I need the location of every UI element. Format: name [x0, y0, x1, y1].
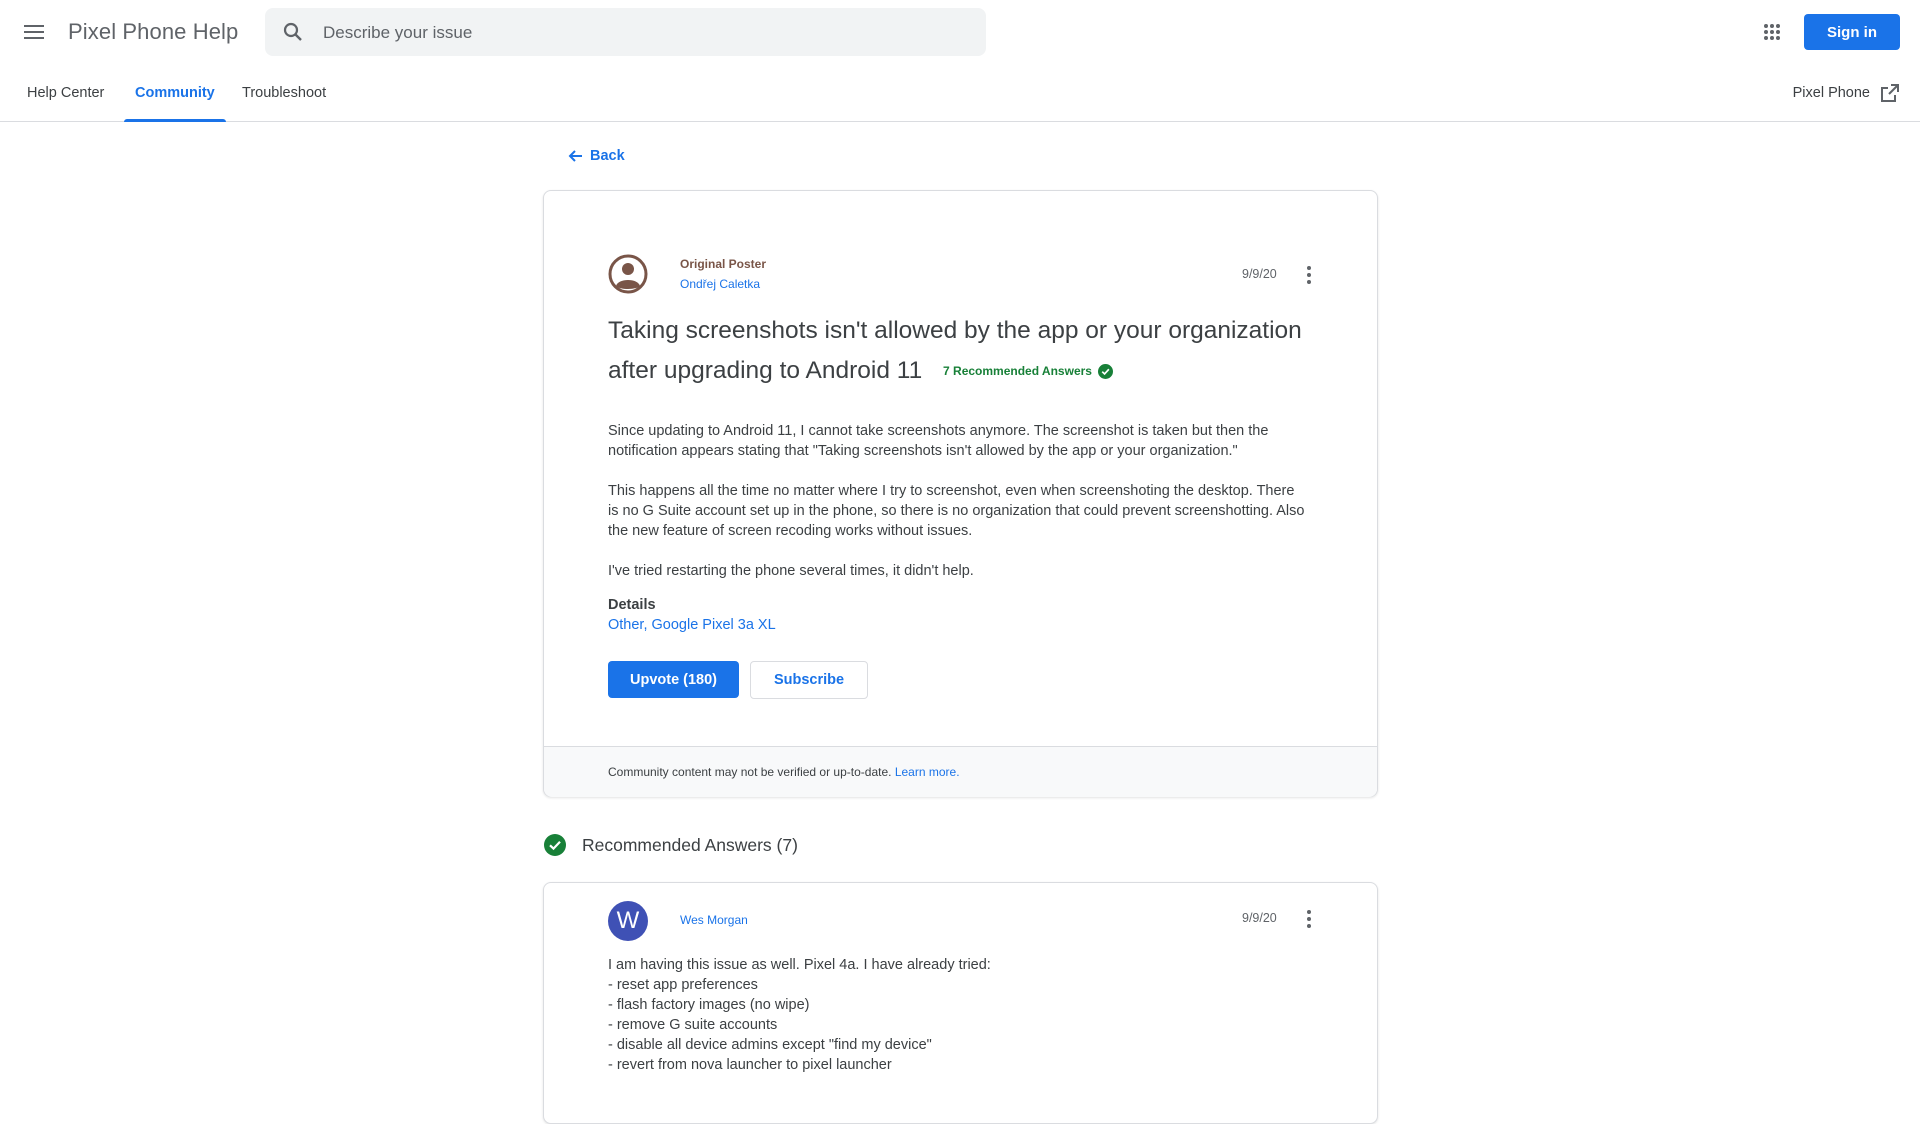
- details-value-link[interactable]: Other, Google Pixel 3a XL: [608, 617, 776, 633]
- tab-community[interactable]: Community: [124, 64, 226, 122]
- pixel-phone-external-link[interactable]: Pixel Phone: [1793, 64, 1900, 121]
- check-circle-icon: [544, 834, 566, 856]
- post-date: 9/9/20: [1242, 267, 1277, 281]
- answer-line: - remove G suite accounts: [608, 1017, 778, 1033]
- back-label: Back: [590, 148, 625, 164]
- original-poster-badge: Original Poster: [680, 257, 767, 271]
- upvote-button[interactable]: Upvote (180): [608, 661, 739, 698]
- answer-line: - reset app preferences: [608, 977, 758, 993]
- subscribe-button[interactable]: Subscribe: [750, 661, 868, 699]
- disclaimer-text: Community content may not be verified or…: [608, 765, 960, 779]
- tab-troubleshoot[interactable]: Troubleshoot: [242, 64, 326, 121]
- poster-name[interactable]: Ondřej Caletka: [680, 277, 760, 291]
- top-app-bar: Pixel Phone Help Sign in: [0, 0, 1920, 64]
- back-link[interactable]: Back: [568, 145, 625, 167]
- check-circle-icon: [1097, 363, 1113, 379]
- answer-card: W Wes Morgan 9/9/20 I am having this iss…: [543, 882, 1378, 1124]
- main-menu-icon[interactable]: [20, 18, 48, 46]
- more-options-icon[interactable]: [1297, 263, 1321, 287]
- more-options-icon[interactable]: [1297, 907, 1321, 931]
- recommended-answers-link[interactable]: 7 Recommended Answers: [943, 351, 1113, 391]
- search-box[interactable]: [265, 8, 986, 58]
- nav-tabs: Help Center Community Troubleshoot Pixel…: [0, 64, 1920, 122]
- open-in-new-icon: [1881, 83, 1899, 102]
- app-title[interactable]: Pixel Phone Help: [68, 19, 238, 45]
- search-input[interactable]: [321, 8, 965, 58]
- recommended-count-label: 7 Recommended Answers: [943, 364, 1092, 378]
- answer-line: - disable all device admins except "find…: [608, 1037, 932, 1053]
- disclaimer-message: Community content may not be verified or…: [608, 765, 892, 779]
- avatar[interactable]: W: [608, 901, 648, 941]
- details-label: Details: [608, 597, 656, 613]
- answer-line: I am having this issue as well. Pixel 4a…: [608, 957, 991, 973]
- answer-author[interactable]: Wes Morgan: [680, 913, 748, 927]
- question-card: Original Poster Ondřej Caletka 9/9/20 Ta…: [543, 190, 1378, 797]
- answer-line: - flash factory images (no wipe): [608, 997, 810, 1013]
- arrow-back-icon: [568, 150, 582, 162]
- sign-in-button[interactable]: Sign in: [1804, 14, 1900, 50]
- community-disclaimer: Community content may not be verified or…: [544, 746, 1377, 797]
- question-paragraph: This happens all the time no matter wher…: [608, 483, 1305, 539]
- recommended-answers-header: Recommended Answers (7): [544, 834, 798, 856]
- answer-date: 9/9/20: [1242, 911, 1277, 925]
- question-paragraph: I've tried restarting the phone several …: [608, 563, 974, 579]
- learn-more-link[interactable]: Learn more.: [895, 765, 960, 779]
- answer-body: I am having this issue as well. Pixel 4a…: [608, 955, 1308, 1075]
- recommended-answers-title: Recommended Answers (7): [582, 834, 798, 855]
- external-link-label: Pixel Phone: [1792, 84, 1870, 101]
- question-title: Taking screenshots isn't allowed by the …: [608, 311, 1328, 391]
- user-avatar-icon: [608, 254, 648, 294]
- question-paragraph: Since updating to Android 11, I cannot t…: [608, 423, 1269, 459]
- answer-line: - revert from nova launcher to pixel lau…: [608, 1057, 892, 1073]
- question-body: Since updating to Android 11, I cannot t…: [608, 421, 1308, 601]
- google-apps-icon[interactable]: [1760, 20, 1784, 44]
- tab-help-center[interactable]: Help Center: [27, 64, 104, 121]
- search-icon[interactable]: [281, 20, 305, 44]
